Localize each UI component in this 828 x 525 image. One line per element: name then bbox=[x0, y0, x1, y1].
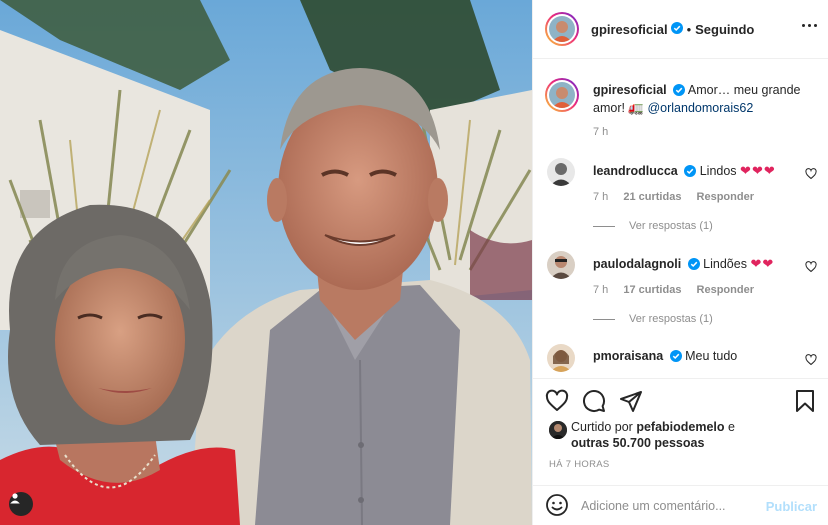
comment-emoji: ❤❤❤ bbox=[740, 163, 776, 178]
caption-text: gpiresoficial Amor… meu grande amor! 🚛 @… bbox=[593, 82, 815, 116]
action-icons bbox=[545, 389, 643, 416]
liked-by-mid: e bbox=[724, 420, 735, 434]
comment-likes[interactable]: 21 curtidas bbox=[623, 191, 681, 203]
comment-input[interactable] bbox=[581, 499, 766, 513]
user-tag-icon[interactable] bbox=[9, 492, 33, 516]
comment-text: paulodalagnoli Lindões ❤❤ bbox=[593, 256, 774, 273]
comment-meta: 7 h 21 curtidas Responder bbox=[593, 191, 766, 203]
post-photo[interactable] bbox=[0, 0, 532, 525]
comment-body: Meu tudo bbox=[685, 349, 738, 363]
comment-emoji: ❤❤ bbox=[750, 256, 775, 271]
more-icon[interactable] bbox=[802, 24, 817, 27]
emoji-icon[interactable] bbox=[545, 493, 569, 520]
verified-badge-icon bbox=[673, 84, 686, 100]
author-avatar[interactable] bbox=[545, 12, 579, 46]
view-replies-label: Ver respostas (1) bbox=[629, 220, 713, 232]
separator-dot: • bbox=[686, 21, 692, 37]
commenter-avatar[interactable] bbox=[547, 344, 575, 372]
comment-time[interactable]: 7 h bbox=[593, 191, 608, 203]
publish-button[interactable]: Publicar bbox=[766, 499, 817, 514]
comment-text: pmoraisana Meu tudo bbox=[593, 349, 737, 365]
caption-author-avatar[interactable] bbox=[545, 78, 579, 112]
author-username[interactable]: gpiresoficial bbox=[591, 22, 668, 37]
verified-badge-icon bbox=[687, 258, 700, 273]
reply-button[interactable]: Responder bbox=[697, 284, 754, 296]
comment-username[interactable]: pmoraisana bbox=[593, 349, 663, 363]
liked-by-prefix: Curtido por bbox=[571, 420, 637, 434]
verified-badge-icon bbox=[669, 350, 682, 365]
comment-body: Lindos bbox=[699, 164, 737, 178]
post-panel: gpiresoficial • Seguindo gpiresoficial A… bbox=[532, 0, 828, 525]
comment-like-heart-icon[interactable] bbox=[805, 261, 817, 276]
post-timestamp[interactable]: HÁ 7 HORAS bbox=[549, 459, 610, 470]
heart-icon[interactable] bbox=[545, 389, 569, 416]
caption-mention-link[interactable]: @orlandomorais62 bbox=[647, 101, 753, 115]
post-actions: Curtido por pefabiodemelo e outras 50.70… bbox=[533, 378, 828, 525]
verified-badge-icon bbox=[670, 21, 683, 37]
likes-count-link[interactable]: outras 50.700 pessoas bbox=[571, 436, 704, 450]
photo-image bbox=[0, 0, 532, 525]
caption-username[interactable]: gpiresoficial bbox=[593, 83, 667, 97]
commenter-avatar[interactable] bbox=[547, 158, 575, 186]
comment-time[interactable]: 7 h bbox=[593, 284, 608, 296]
comment-body: Lindões bbox=[703, 257, 747, 271]
comment-likes[interactable]: 17 curtidas bbox=[623, 284, 681, 296]
replies-divider bbox=[593, 318, 615, 320]
view-replies-label: Ver respostas (1) bbox=[629, 313, 713, 325]
comment-username[interactable]: leandrodlucca bbox=[593, 164, 678, 178]
commenter-avatar[interactable] bbox=[547, 251, 575, 279]
comment-icon[interactable] bbox=[582, 389, 606, 416]
bookmark-icon[interactable] bbox=[793, 389, 817, 416]
liked-by-text: Curtido por pefabiodemelo e outras 50.70… bbox=[571, 419, 821, 451]
add-comment-bar: Publicar bbox=[533, 485, 828, 525]
view-replies-button[interactable]: Ver respostas (1) bbox=[593, 220, 713, 232]
caption-timestamp[interactable]: 7 h bbox=[593, 126, 608, 138]
reply-button[interactable]: Responder bbox=[697, 191, 754, 203]
comment-like-heart-icon[interactable] bbox=[805, 354, 817, 369]
comment-username[interactable]: paulodalagnoli bbox=[593, 257, 681, 271]
replies-divider bbox=[593, 225, 615, 227]
comments-feed[interactable]: gpiresoficial Amor… meu grande amor! 🚛 @… bbox=[533, 60, 828, 378]
post-header: gpiresoficial • Seguindo bbox=[533, 0, 828, 59]
share-icon[interactable] bbox=[619, 389, 643, 416]
view-replies-button[interactable]: Ver respostas (1) bbox=[593, 313, 713, 325]
liker-avatar[interactable] bbox=[549, 421, 567, 439]
verified-badge-icon bbox=[684, 165, 697, 180]
liker-username[interactable]: pefabiodemelo bbox=[636, 420, 724, 434]
following-button[interactable]: Seguindo bbox=[695, 22, 754, 37]
comment-like-heart-icon[interactable] bbox=[805, 168, 817, 183]
comment-meta: 7 h 17 curtidas Responder bbox=[593, 284, 766, 296]
comment-text: leandrodlucca Lindos ❤❤❤ bbox=[593, 163, 776, 180]
